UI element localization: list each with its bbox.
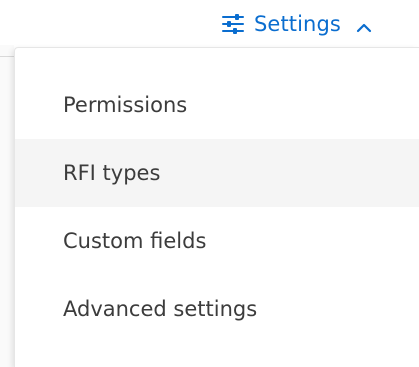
menu-item-label: Custom fields	[63, 229, 207, 253]
menu-item-label: Permissions	[63, 93, 188, 117]
top-bar: Settings	[0, 0, 419, 45]
menu-item-advanced-settings[interactable]: Advanced settings	[15, 275, 419, 343]
menu-item-rfi-types[interactable]: RFI types	[15, 139, 419, 207]
menu-item-label: RFI types	[63, 161, 161, 185]
chevron-up-icon	[355, 18, 373, 33]
page: Settings Permissions RFI types Custom fi…	[0, 0, 419, 367]
sliders-icon	[222, 14, 244, 34]
menu-item-custom-fields[interactable]: Custom fields	[15, 207, 419, 275]
background-panel	[0, 45, 14, 367]
divider	[0, 56, 14, 57]
settings-dropdown-menu: Permissions RFI types Custom fields Adva…	[14, 47, 419, 367]
settings-button[interactable]: Settings	[222, 10, 373, 38]
menu-item-permissions[interactable]: Permissions	[15, 71, 419, 139]
menu-item-label: Advanced settings	[63, 297, 258, 321]
settings-label: Settings	[254, 12, 341, 36]
